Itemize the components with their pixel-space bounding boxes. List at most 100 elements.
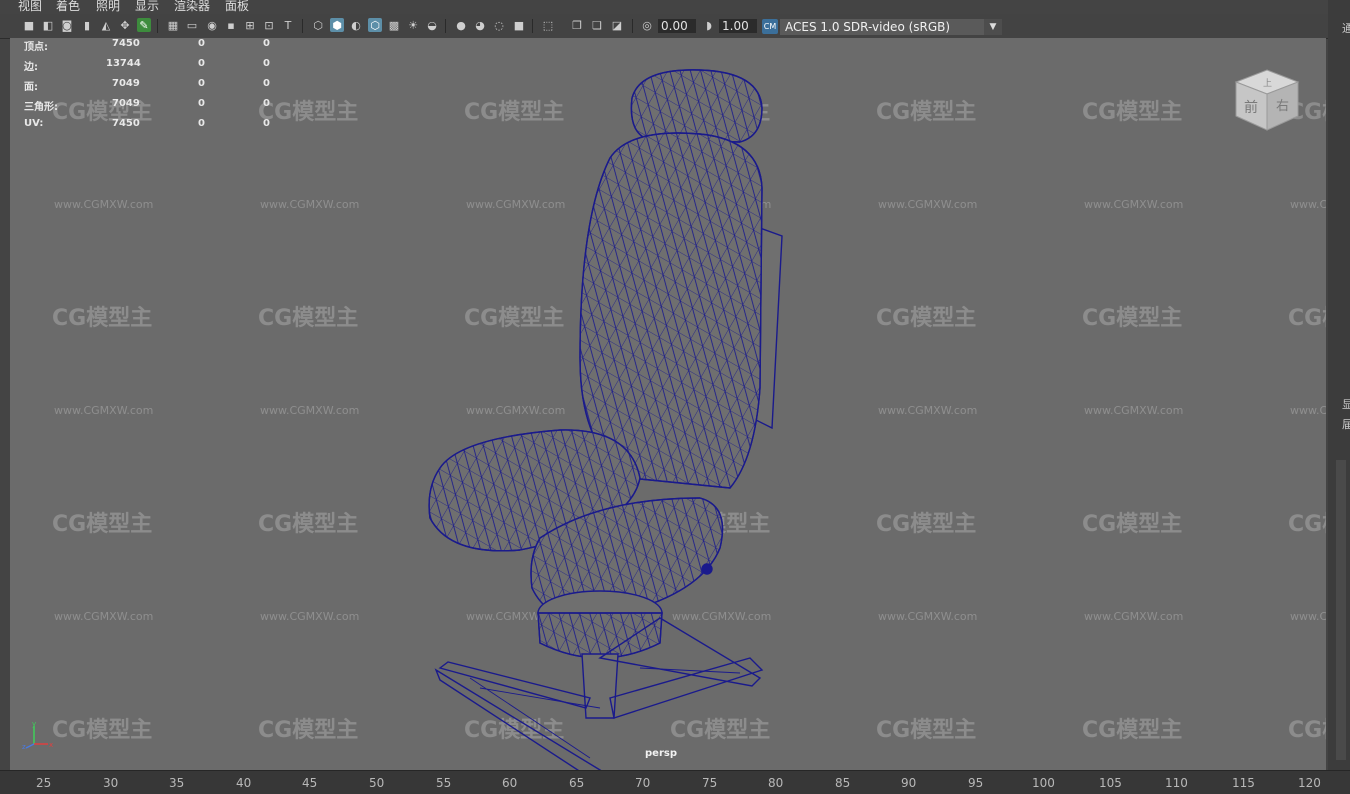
watermark-logo: CG模型主 [52,306,153,331]
ruler-tick: 40 [236,776,252,790]
safe-action-icon[interactable]: ⊡ [262,18,276,32]
hud-value: 7049 [112,78,140,89]
watermark-logo: CG模型主 [1288,306,1326,331]
wireframe-on-shaded-icon[interactable]: ⬡ [368,18,382,32]
watermark-url: www.CGMXW.com [54,404,154,417]
gate-mask-icon[interactable]: ▪ [224,18,238,32]
watermark-url: www.CGMXW.com [54,198,154,211]
camera-attributes-icon[interactable]: ◧ [41,18,55,32]
watermark-logo: CG模型主 [876,718,977,743]
watermark-url: www.CGMXW.com [260,404,360,417]
axis-gizmo-icon: y x z [22,720,53,750]
smooth-shade-icon[interactable]: ⬢ [330,18,344,32]
ruler-tick: 115 [1232,776,1255,790]
wireframe-icon[interactable]: ⬡ [311,18,325,32]
menu-shading[interactable]: 着色 [56,0,80,13]
exposure-field[interactable]: 0.00 [658,19,696,33]
viewport-toolbar: ■ ◧ ◙ ▮ ◭ ✥ ✎ ▦ ▭ ◉ ▪ ⊞ ⊡ T ⬡ ⬢ ◐ ⬡ ▩ ☀ … [0,14,1328,39]
grease-pencil-icon[interactable]: ✎ [137,18,151,32]
menu-lighting[interactable]: 照明 [96,0,120,13]
hud-value: 0 [263,38,270,49]
menu-panels[interactable]: 面板 [225,0,249,13]
multisample-aa-icon[interactable]: ◌ [492,18,506,32]
xray-icon[interactable]: ❐ [570,18,584,32]
hud-label: 面: [24,82,38,93]
ruler-tick: 120 [1298,776,1321,790]
hud-value: 0 [263,118,270,129]
color-management-toggle[interactable]: CM [762,19,778,34]
ruler-tick: 35 [169,776,185,790]
ruler-tick: 60 [502,776,518,790]
time-slider-ruler[interactable]: 25 30 35 40 45 50 55 60 65 70 75 80 85 9… [0,770,1350,794]
backface-culling-icon[interactable]: ◪ [610,18,624,32]
bookmark-camera-icon[interactable]: ◙ [60,18,74,32]
watermark-logo: CG模型主 [52,512,153,537]
viewport-menu-bar: 视图 着色 照明 显示 渲染器 面板 [0,0,1328,14]
2d-pan-zoom-icon[interactable]: ✥ [118,18,132,32]
motion-blur-icon[interactable]: ◕ [473,18,487,32]
ruler-tick: 90 [901,776,917,790]
view-transform-dropdown[interactable]: ACES 1.0 SDR-video (sRGB) ▼ [780,19,1002,35]
watermark-url: www.CGMXW.com [54,610,154,623]
watermark-logo: CG模型主 [52,718,153,743]
watermark-url: www.CGMXW.com [260,198,360,211]
screen-space-ao-icon[interactable]: ● [454,18,468,32]
gamma-field[interactable]: 1.00 [719,19,757,33]
axis-x-label: x [49,741,53,749]
ruler-tick: 30 [103,776,119,790]
3d-viewport[interactable]: CG模型主 CG模型主 CG模型主 CG模型主 CG模型主 CG模型主 CG模型主 CG模型主… [10,38,1326,770]
chevron-down-icon[interactable]: ▼ [984,19,1002,35]
hud-label: UV: [24,118,44,129]
right-side-panel: 通 显 届 [1328,0,1350,770]
use-all-lights-icon[interactable]: ☀ [406,18,420,32]
image-plane-icon[interactable]: ◭ [99,18,113,32]
camera-icon[interactable]: ■ [22,18,36,32]
watermark-url: www.CGMXW.com [878,610,978,623]
ruler-tick: 85 [835,776,851,790]
menu-view[interactable]: 视图 [18,0,42,13]
hud-value: 0 [198,58,205,69]
depth-of-field-icon[interactable]: ■ [512,18,526,32]
xray-joints-icon[interactable]: ❏ [590,18,604,32]
hud-row-triangles: 三角形: 7049 0 0 [24,98,284,118]
hud-value: 0 [263,58,270,69]
watermark-url: www.CGMXW.com [878,404,978,417]
film-gate-icon[interactable]: ▭ [185,18,199,32]
safe-title-icon[interactable]: T [281,18,295,32]
menu-show[interactable]: 显示 [135,0,159,13]
camera-name-label: persp [645,748,677,759]
right-panel-scrollbar[interactable] [1336,460,1346,760]
watermark-logo: CG模型主 [1288,718,1326,743]
shadows-icon[interactable]: ◒ [425,18,439,32]
bookmark-icon[interactable]: ▮ [80,18,94,32]
default-material-icon[interactable]: ◐ [349,18,363,32]
watermark-logo: CG模型主 [876,100,977,125]
grid-icon[interactable]: ▦ [166,18,180,32]
watermark-logo: CG模型主 [876,512,977,537]
view-transform-value: ACES 1.0 SDR-video (sRGB) [785,20,951,34]
hud-value: 0 [263,98,270,109]
watermark-logo: CG模型主 [1082,100,1183,125]
textured-icon[interactable]: ▩ [387,18,401,32]
watermark-logo: CG模型主 [1082,306,1183,331]
hud-value: 7450 [112,38,140,49]
view-cube-top-label: 上 [1263,78,1272,89]
resolution-gate-icon[interactable]: ◉ [205,18,219,32]
watermark-url: www.CGMXW.com [878,198,978,211]
toolbar-separator [632,19,633,33]
watermark-url: www.CGMXW.com [1084,404,1184,417]
view-cube[interactable]: 上 前 右 [1232,68,1302,132]
hud-row-faces: 面: 7049 0 0 [24,78,284,98]
hud-value: 7049 [112,98,140,109]
gamma-icon[interactable]: ◗ [702,18,716,32]
ruler-tick: 75 [702,776,718,790]
exposure-icon[interactable]: ◎ [640,18,654,32]
watermark-url: www.CGMXW.com [1084,198,1184,211]
isolate-select-icon[interactable]: ⬚ [541,18,555,32]
watermark-logo: CG模型主 [1288,512,1326,537]
right-panel-label-mid1: 显 [1342,398,1350,411]
chair-wireframe-model[interactable] [400,58,800,770]
field-chart-icon[interactable]: ⊞ [243,18,257,32]
menu-renderer[interactable]: 渲染器 [174,0,210,13]
watermark-url: www.CGMXW.com [1084,610,1184,623]
